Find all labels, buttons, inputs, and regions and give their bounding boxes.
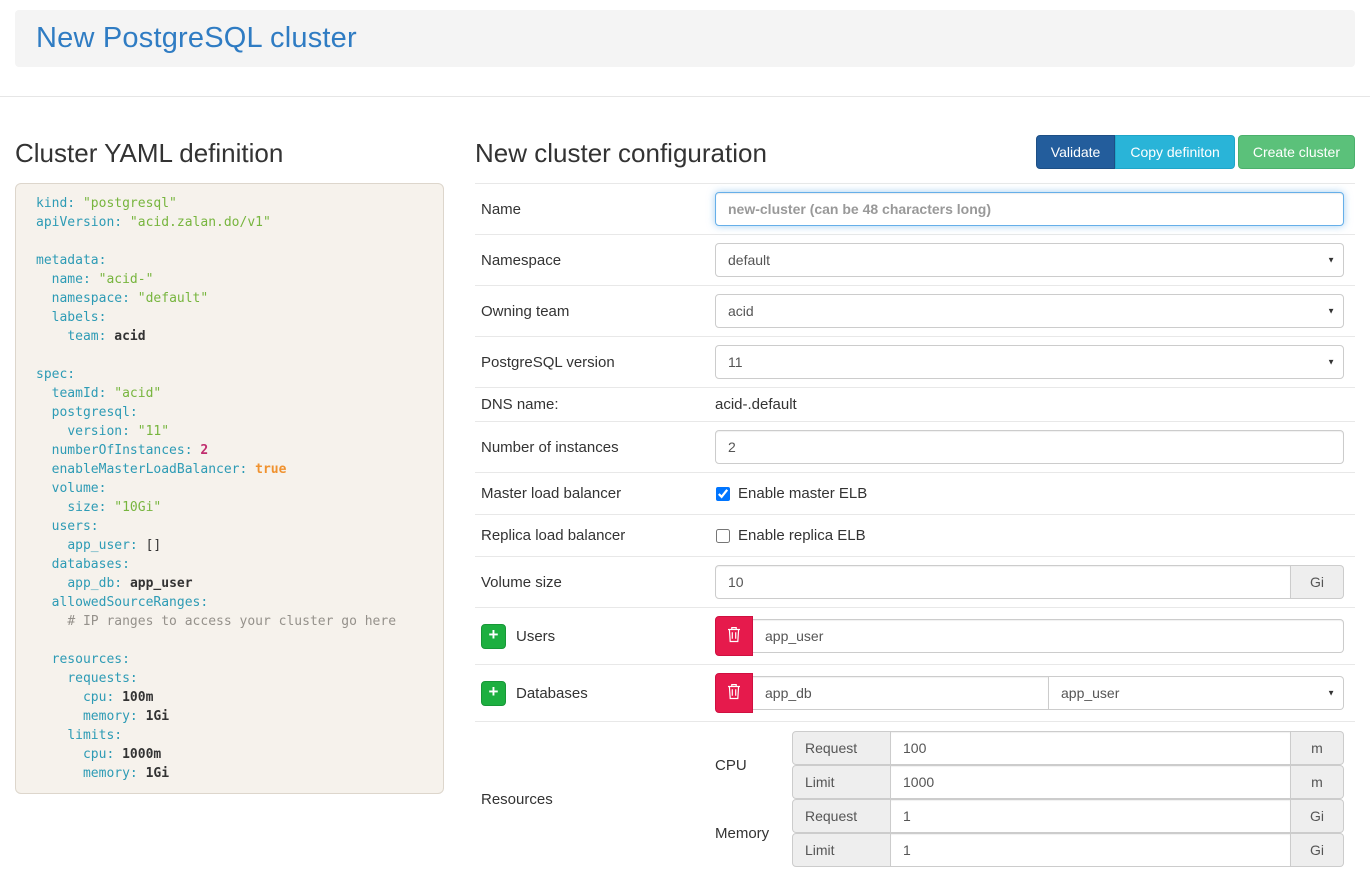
memory-limit-input[interactable] bbox=[891, 833, 1291, 867]
add-user-button[interactable]: + bbox=[481, 624, 506, 649]
pg-version-label: PostgreSQL version bbox=[475, 354, 715, 371]
dns-name-value: acid-.default bbox=[715, 396, 797, 413]
copy-definition-button[interactable]: Copy definiton bbox=[1115, 135, 1235, 169]
validate-button[interactable]: Validate bbox=[1036, 135, 1116, 169]
databases-label-group: + Databases bbox=[475, 681, 715, 706]
cpu-request-row: Request m bbox=[792, 731, 1344, 765]
owning-team-label: Owning team bbox=[475, 303, 715, 320]
owning-team-select[interactable]: acid bbox=[715, 294, 1344, 328]
cpu-request-addon: Request bbox=[792, 731, 891, 765]
cpu-label: CPU bbox=[715, 757, 792, 774]
databases-label: Databases bbox=[516, 685, 588, 702]
name-label: Name bbox=[475, 201, 715, 218]
enable-master-elb-option[interactable]: Enable master ELB bbox=[715, 485, 867, 502]
resources-table: CPU Request m Limit m bbox=[715, 731, 1355, 867]
resources-label: Resources bbox=[475, 791, 715, 808]
volume-size-input[interactable] bbox=[715, 565, 1291, 599]
users-label-group: + Users bbox=[475, 624, 715, 649]
cpu-limit-unit: m bbox=[1291, 765, 1344, 799]
memory-request-addon: Request bbox=[792, 799, 891, 833]
replica-lb-label: Replica load balancer bbox=[475, 527, 715, 544]
cpu-limit-addon: Limit bbox=[792, 765, 891, 799]
user-name-input[interactable] bbox=[753, 619, 1344, 653]
form-row-name: Name bbox=[475, 183, 1355, 234]
action-button-group: Validate Copy definiton Create cluster bbox=[1036, 135, 1355, 169]
main-content: Cluster YAML definition kind: "postgresq… bbox=[0, 97, 1370, 876]
memory-limit-unit: Gi bbox=[1291, 833, 1344, 867]
form-row-replica-lb: Replica load balancer Enable replica ELB bbox=[475, 514, 1355, 556]
page-header: New PostgreSQL cluster bbox=[15, 10, 1355, 67]
form-row-master-lb: Master load balancer Enable master ELB bbox=[475, 472, 1355, 514]
master-lb-label: Master load balancer bbox=[475, 485, 715, 502]
delete-user-button[interactable] bbox=[715, 616, 753, 656]
cpu-limit-row: Limit m bbox=[792, 765, 1344, 799]
yaml-section-heading: Cluster YAML definition bbox=[15, 135, 444, 171]
database-name-input[interactable] bbox=[753, 676, 1049, 710]
form-row-owning-team: Owning team acid ▼ bbox=[475, 285, 1355, 336]
memory-request-input[interactable] bbox=[891, 799, 1291, 833]
pg-version-select[interactable]: 11 bbox=[715, 345, 1344, 379]
cpu-request-input[interactable] bbox=[891, 731, 1291, 765]
volume-unit-addon: Gi bbox=[1291, 565, 1344, 599]
namespace-label: Namespace bbox=[475, 252, 715, 269]
replica-elb-text: Enable replica ELB bbox=[738, 527, 866, 544]
cpu-limit-input[interactable] bbox=[891, 765, 1291, 799]
cluster-name-input[interactable] bbox=[715, 192, 1344, 226]
add-database-button[interactable]: + bbox=[481, 681, 506, 706]
replica-elb-checkbox[interactable] bbox=[716, 529, 730, 543]
memory-request-unit: Gi bbox=[1291, 799, 1344, 833]
memory-limit-row: Limit Gi bbox=[792, 833, 1344, 867]
page-title: New PostgreSQL cluster bbox=[36, 22, 357, 55]
yaml-panel: Cluster YAML definition kind: "postgresq… bbox=[15, 97, 444, 876]
form-row-dns: DNS name: acid-.default bbox=[475, 387, 1355, 421]
delete-database-button[interactable] bbox=[715, 673, 753, 713]
cpu-request-unit: m bbox=[1291, 731, 1344, 765]
memory-group: Memory Request Gi Limit Gi bbox=[715, 799, 1344, 867]
database-owner-select[interactable]: app_user bbox=[1049, 676, 1344, 710]
cluster-yaml-definition: kind: "postgresql"apiVersion: "acid.zala… bbox=[15, 183, 444, 794]
form-row-pg-version: PostgreSQL version 11 ▼ bbox=[475, 336, 1355, 387]
cpu-group: CPU Request m Limit m bbox=[715, 731, 1344, 799]
form-row-namespace: Namespace default ▼ bbox=[475, 234, 1355, 285]
plus-icon: + bbox=[489, 625, 499, 645]
master-elb-text: Enable master ELB bbox=[738, 485, 867, 502]
config-panel: New cluster configuration Validate Copy … bbox=[475, 97, 1355, 876]
form-row-volume: Volume size Gi bbox=[475, 556, 1355, 607]
form-row-resources: Resources CPU Request m Limit m bbox=[475, 721, 1355, 876]
namespace-select[interactable]: default bbox=[715, 243, 1344, 277]
instances-label: Number of instances bbox=[475, 439, 715, 456]
dns-name-label: DNS name: bbox=[475, 396, 715, 413]
form-row-users: + Users bbox=[475, 607, 1355, 664]
form-row-instances: Number of instances bbox=[475, 421, 1355, 472]
trash-icon bbox=[727, 683, 741, 703]
trash-icon bbox=[727, 626, 741, 646]
create-cluster-button[interactable]: Create cluster bbox=[1238, 135, 1355, 169]
memory-request-row: Request Gi bbox=[792, 799, 1344, 833]
form-row-databases: + Databases bbox=[475, 664, 1355, 721]
memory-limit-addon: Limit bbox=[792, 833, 891, 867]
plus-icon: + bbox=[489, 682, 499, 702]
enable-replica-elb-option[interactable]: Enable replica ELB bbox=[715, 527, 866, 544]
master-elb-checkbox[interactable] bbox=[716, 487, 730, 501]
instances-input[interactable] bbox=[715, 430, 1344, 464]
volume-size-label: Volume size bbox=[475, 574, 715, 591]
users-label: Users bbox=[516, 628, 555, 645]
memory-label: Memory bbox=[715, 825, 792, 842]
config-section-heading: New cluster configuration bbox=[475, 135, 767, 171]
